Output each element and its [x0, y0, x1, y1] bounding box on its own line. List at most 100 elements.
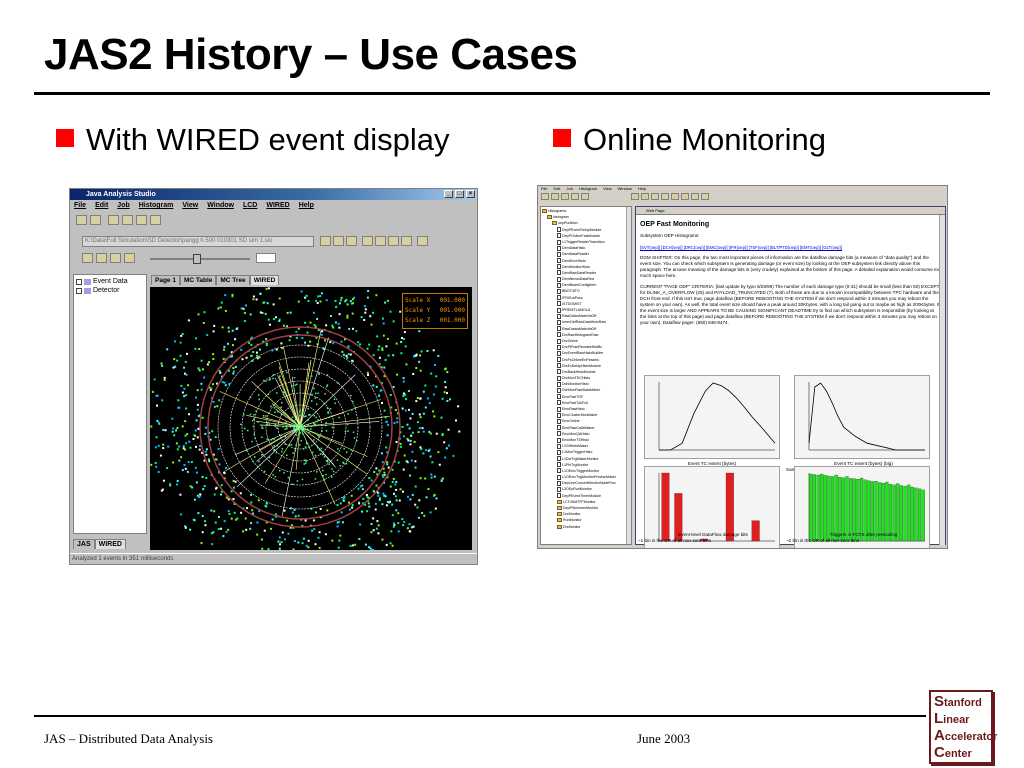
help-icon[interactable]	[701, 193, 709, 200]
calorimeter-hit	[382, 476, 385, 478]
stop-icon[interactable]	[661, 193, 669, 200]
tab-mc-tree[interactable]: MC Tree	[216, 275, 250, 285]
copy-icon[interactable]	[571, 193, 579, 200]
forward-icon[interactable]	[96, 253, 107, 263]
cut-icon[interactable]	[108, 215, 119, 225]
scale-z-value: 001.000	[439, 317, 465, 324]
calorimeter-hit	[279, 543, 281, 546]
calorimeter-hit	[349, 300, 352, 303]
jas-menu-window[interactable]: Window	[207, 200, 234, 212]
calorimeter-hit	[393, 422, 396, 425]
jas-menu-edit[interactable]: Edit	[95, 200, 108, 212]
save-icon[interactable]	[90, 215, 101, 225]
record-icon[interactable]	[124, 253, 135, 263]
checkbox-icon[interactable]	[76, 287, 82, 294]
event-count-field[interactable]	[256, 253, 276, 263]
go-icon[interactable]	[651, 193, 659, 200]
forward-icon[interactable]	[691, 193, 699, 200]
zoom-icon[interactable]	[641, 193, 649, 200]
calorimeter-hit	[320, 292, 323, 295]
jas-menu-lcd[interactable]: LCD	[243, 200, 257, 212]
go-icon[interactable]	[388, 236, 399, 246]
stop-icon[interactable]	[401, 236, 412, 246]
tree-scrollbar[interactable]	[626, 207, 631, 544]
om-menu-window[interactable]: Window	[618, 186, 632, 192]
tree-item-detector[interactable]: Detector	[76, 286, 144, 295]
om-menu-edit[interactable]: Edit	[553, 186, 560, 192]
tracker-hit	[333, 398, 336, 400]
om-menu-view[interactable]: View	[603, 186, 612, 192]
checkbox-icon[interactable]	[76, 278, 82, 285]
paste-icon[interactable]	[581, 193, 589, 200]
calorimeter-hit	[410, 434, 413, 437]
jas-menu-help[interactable]: Help	[299, 200, 314, 212]
om-menu-file[interactable]: File	[541, 186, 547, 192]
cut-icon[interactable]	[561, 193, 569, 200]
calorimeter-hit	[441, 433, 444, 435]
tab-wired[interactable]: WIRED	[249, 275, 280, 285]
om-menu-job[interactable]: Job	[566, 186, 572, 192]
tracker-hit	[277, 410, 279, 413]
calorimeter-hit	[278, 320, 281, 322]
step-icon[interactable]	[362, 236, 373, 246]
back-icon[interactable]	[82, 253, 93, 263]
zoom-icon[interactable]	[333, 236, 344, 246]
tree-item[interactable]: DrcMonitor	[542, 524, 630, 530]
tab-jas[interactable]: JAS	[73, 539, 95, 549]
tracker-hit	[274, 425, 277, 428]
tracker-hit	[314, 423, 317, 426]
jas-data-path-field[interactable]: K:\Data\Full Simulation\SD Detector\pang…	[82, 236, 314, 247]
minimize-icon[interactable]: _	[444, 190, 453, 198]
calorimeter-hit	[214, 436, 217, 439]
browse-icon[interactable]	[631, 193, 639, 200]
tracker-hit	[280, 434, 282, 436]
tracker-hit	[263, 470, 266, 473]
tab-page-1[interactable]: Page 1	[151, 275, 180, 285]
calorimeter-hit	[209, 438, 212, 441]
close-icon[interactable]: ×	[466, 190, 475, 198]
document-icon	[557, 332, 561, 338]
settings-icon[interactable]	[417, 236, 428, 246]
tracker-hit	[274, 475, 277, 478]
om-menu-help[interactable]: Help	[638, 186, 646, 192]
tab-mc-table[interactable]: MC Table	[179, 275, 217, 285]
paste-icon[interactable]	[136, 215, 147, 225]
calorimeter-hit	[195, 419, 198, 422]
tracker-hit	[309, 414, 311, 416]
maximize-icon[interactable]: □	[455, 190, 464, 198]
calorimeter-hit	[227, 326, 230, 329]
tracker-hit	[270, 439, 272, 441]
document-icon	[557, 245, 561, 251]
open-icon[interactable]	[541, 193, 549, 200]
jas-menu-view[interactable]: View	[182, 200, 198, 212]
calorimeter-hit	[172, 366, 175, 369]
histogram-bar	[820, 473, 824, 542]
om-menu-histogram[interactable]: Histogram	[579, 186, 597, 192]
pause-icon[interactable]	[110, 253, 121, 263]
jas-menu-wired[interactable]: WIRED	[266, 200, 289, 212]
calorimeter-hit	[378, 395, 381, 398]
tree-item-event-data[interactable]: Event Data	[76, 277, 144, 286]
jas-menu-file[interactable]: File	[74, 200, 86, 212]
rewind-icon[interactable]	[375, 236, 386, 246]
calorimeter-hit	[242, 307, 245, 310]
print-icon[interactable]	[150, 215, 161, 225]
save-icon[interactable]	[551, 193, 559, 200]
event-slider-handle[interactable]	[193, 254, 201, 264]
jas-menu-job[interactable]: Job	[117, 200, 129, 212]
calorimeter-hit	[256, 354, 259, 357]
back-icon[interactable]	[681, 193, 689, 200]
config-icon[interactable]	[346, 236, 357, 246]
page-scrollbar[interactable]	[939, 215, 945, 545]
tab-wired-bottom[interactable]: WIRED	[94, 539, 126, 549]
subsystem-links[interactable]: [SVT(oep)] [DCH(oep)] [DRC(oep)] [EMC(oe…	[640, 245, 941, 250]
calorimeter-hit	[178, 406, 181, 409]
calorimeter-hit	[206, 363, 209, 366]
copy-icon[interactable]	[122, 215, 133, 225]
jas-menu-histogram[interactable]: Histogram	[139, 200, 174, 212]
open-icon[interactable]	[76, 215, 87, 225]
browse-icon[interactable]	[320, 236, 331, 246]
settings-icon[interactable]	[671, 193, 679, 200]
document-icon	[557, 400, 561, 406]
wired-event-display[interactable]: Scale X 001.000 Scale Y 001.000 Scale Z 001…	[150, 287, 472, 550]
